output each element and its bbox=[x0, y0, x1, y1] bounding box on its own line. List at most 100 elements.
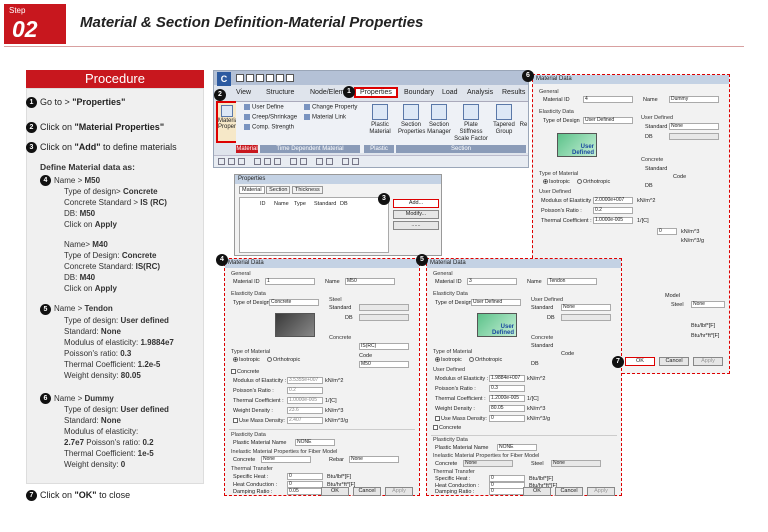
comp-strength-button[interactable]: Comp. Strength bbox=[244, 124, 294, 131]
toolbar-icon-12[interactable] bbox=[352, 158, 359, 165]
toolbar-icon-5[interactable] bbox=[264, 158, 271, 165]
m50-isotropic-radio[interactable]: Isotropic bbox=[233, 357, 260, 363]
tendon-ok-button[interactable]: OK bbox=[523, 487, 551, 496]
tab-thickness[interactable]: Thickness bbox=[291, 186, 323, 194]
tapered-group-button[interactable]: Tapered Group bbox=[490, 104, 518, 136]
tendon-mass-checkbox[interactable]: Use Mass Density: bbox=[435, 416, 487, 422]
m50-hc-field[interactable]: 0 bbox=[287, 481, 323, 488]
tendon-isotropic-radio[interactable]: Isotropic bbox=[435, 357, 462, 363]
plastic-material-button[interactable]: Plastic Material bbox=[368, 104, 392, 136]
tab-section[interactable]: Section bbox=[266, 186, 291, 194]
tendon-concrete-checkbox[interactable]: Concrete bbox=[433, 425, 461, 431]
m50-wd-field[interactable]: 23.6 bbox=[287, 407, 323, 414]
tendon-pois-field[interactable]: 0.3 bbox=[489, 385, 525, 392]
tendon-standard-select[interactable]: None bbox=[561, 304, 611, 311]
toolbar-icon-3[interactable] bbox=[238, 158, 245, 165]
menu-view[interactable]: View bbox=[236, 89, 251, 96]
app-logo[interactable]: C bbox=[217, 72, 231, 86]
m50-therm-field[interactable]: 1.0000e-005 bbox=[287, 397, 323, 404]
dummy-apply-button[interactable]: Apply bbox=[693, 357, 723, 366]
tendon-steel2-select[interactable]: None bbox=[551, 460, 601, 467]
undo-icon[interactable] bbox=[276, 74, 284, 82]
open-icon[interactable] bbox=[246, 74, 254, 82]
toolbar-icon-8[interactable] bbox=[300, 158, 307, 165]
redo-icon[interactable] bbox=[286, 74, 294, 82]
dummy-isotropic-radio[interactable]: Isotropic bbox=[543, 179, 570, 185]
materials-table[interactable]: ID Name Type Standard DB bbox=[239, 197, 389, 253]
toolbar-icon-9[interactable] bbox=[316, 158, 323, 165]
toolbar-icon-10[interactable] bbox=[326, 158, 333, 165]
menu-structure[interactable]: Structure bbox=[266, 89, 294, 96]
m50-mass-field[interactable]: 2.407 bbox=[287, 417, 323, 424]
menu-properties[interactable]: Properties bbox=[354, 87, 398, 98]
m50-ortho-radio[interactable]: Orthotropic bbox=[267, 357, 300, 363]
menu-boundary[interactable]: Boundary bbox=[404, 89, 434, 96]
tendon-wd-field[interactable]: 80.05 bbox=[489, 405, 525, 412]
dummy-ortho-radio[interactable]: Orthotropic bbox=[577, 179, 610, 185]
user-define-button[interactable]: User Define bbox=[244, 104, 284, 111]
m50-plast-select[interactable]: NONE bbox=[295, 439, 335, 446]
tendon-mod-field[interactable]: 1.9884e+007 bbox=[489, 375, 525, 382]
toolbar-icon-6[interactable] bbox=[274, 158, 281, 165]
menu-load[interactable]: Load bbox=[442, 89, 458, 96]
tendon-type-select[interactable]: User Defined bbox=[471, 299, 521, 306]
print-icon[interactable] bbox=[266, 74, 274, 82]
dummy-name-field[interactable]: Dummy bbox=[669, 96, 719, 103]
m50-mod-field[interactable]: 3.5355e+007 bbox=[287, 377, 323, 384]
modify-button[interactable]: Modify... bbox=[393, 210, 439, 219]
section-properties-button[interactable]: Section Properties bbox=[398, 104, 425, 136]
toolbar-icon-4[interactable] bbox=[254, 158, 261, 165]
dummy-id-field[interactable]: 4 bbox=[583, 96, 633, 103]
dummy-pois-field[interactable]: 0.2 bbox=[593, 207, 633, 214]
tab-material[interactable]: Material bbox=[239, 186, 265, 194]
creep-shrinkage-button[interactable]: Creep/Shrinkage bbox=[244, 114, 297, 121]
m50-rebar-select[interactable]: None bbox=[349, 456, 399, 463]
material-link-button[interactable]: Material Link bbox=[304, 114, 346, 121]
tendon-mass-field[interactable]: 0 bbox=[489, 415, 525, 422]
menu-analysis[interactable]: Analysis bbox=[467, 89, 493, 96]
tendon-sh-field[interactable]: 0 bbox=[489, 475, 525, 482]
dummy-therm-field[interactable]: 1.0000e-005 bbox=[593, 217, 633, 224]
dummy-standard-select[interactable]: None bbox=[669, 123, 719, 130]
tendon-db-select[interactable] bbox=[561, 314, 611, 321]
dummy-ok-button[interactable]: OK bbox=[625, 357, 655, 366]
re-button[interactable]: Re bbox=[519, 122, 528, 129]
plate-stiffness-button[interactable]: Plate Stiffness Scale Factor bbox=[454, 104, 488, 143]
tendon-name-field[interactable]: Tendon bbox=[547, 278, 597, 285]
m50-conc2-select[interactable]: None bbox=[261, 456, 311, 463]
m50-mass-checkbox[interactable]: Use Mass Density: bbox=[233, 418, 285, 424]
dummy-type-select[interactable]: User Defined bbox=[583, 117, 633, 124]
new-icon[interactable] bbox=[236, 74, 244, 82]
menu-results[interactable]: Results bbox=[502, 89, 525, 96]
dummy-wd-field[interactable]: 0 bbox=[657, 228, 677, 235]
dummy-cancel-button[interactable]: Cancel bbox=[659, 357, 689, 366]
m50-name-field[interactable]: M50 bbox=[345, 278, 395, 285]
m50-ok-button[interactable]: OK bbox=[321, 487, 349, 496]
tendon-cancel-button[interactable]: Cancel bbox=[555, 487, 583, 496]
tendon-conc2-select[interactable]: None bbox=[463, 460, 513, 467]
m50-steel-standard-select[interactable] bbox=[359, 304, 409, 311]
material-properties-button[interactable]: Material Properties bbox=[216, 101, 245, 143]
toolbar-icon-7[interactable] bbox=[290, 158, 297, 165]
m50-cancel-button[interactable]: Cancel bbox=[353, 487, 381, 496]
tendon-therm-field[interactable]: 1.2000e-005 bbox=[489, 395, 525, 402]
m50-id-field[interactable]: 1 bbox=[265, 278, 315, 285]
m50-steel-db-select[interactable] bbox=[359, 314, 409, 321]
tendon-damp-field[interactable]: 0 bbox=[489, 488, 525, 495]
tendon-id-field[interactable]: 3 bbox=[467, 278, 517, 285]
tendon-apply-button[interactable]: Apply bbox=[587, 487, 615, 496]
m50-db-select[interactable]: M50 bbox=[359, 361, 409, 368]
add-button[interactable]: Add... bbox=[393, 199, 439, 208]
tendon-plast-select[interactable]: NONE bbox=[497, 444, 537, 451]
toolbar-icon-11[interactable] bbox=[342, 158, 349, 165]
m50-type-select[interactable]: Concrete bbox=[269, 299, 319, 306]
m50-concrete-checkbox[interactable]: Concrete bbox=[231, 369, 259, 375]
dummy-db-select[interactable] bbox=[669, 133, 719, 140]
dummy-steel-select[interactable]: None bbox=[691, 301, 725, 308]
m50-concrete-standard-select[interactable]: IS(RC) bbox=[359, 343, 409, 350]
m50-pois-field[interactable]: 0.2 bbox=[287, 387, 323, 394]
m50-apply-button[interactable]: Apply bbox=[385, 487, 413, 496]
change-property-button[interactable]: Change Property bbox=[304, 104, 357, 111]
section-manager-button[interactable]: Section Manager bbox=[426, 104, 452, 136]
m50-sh-field[interactable]: 0 bbox=[287, 473, 323, 480]
